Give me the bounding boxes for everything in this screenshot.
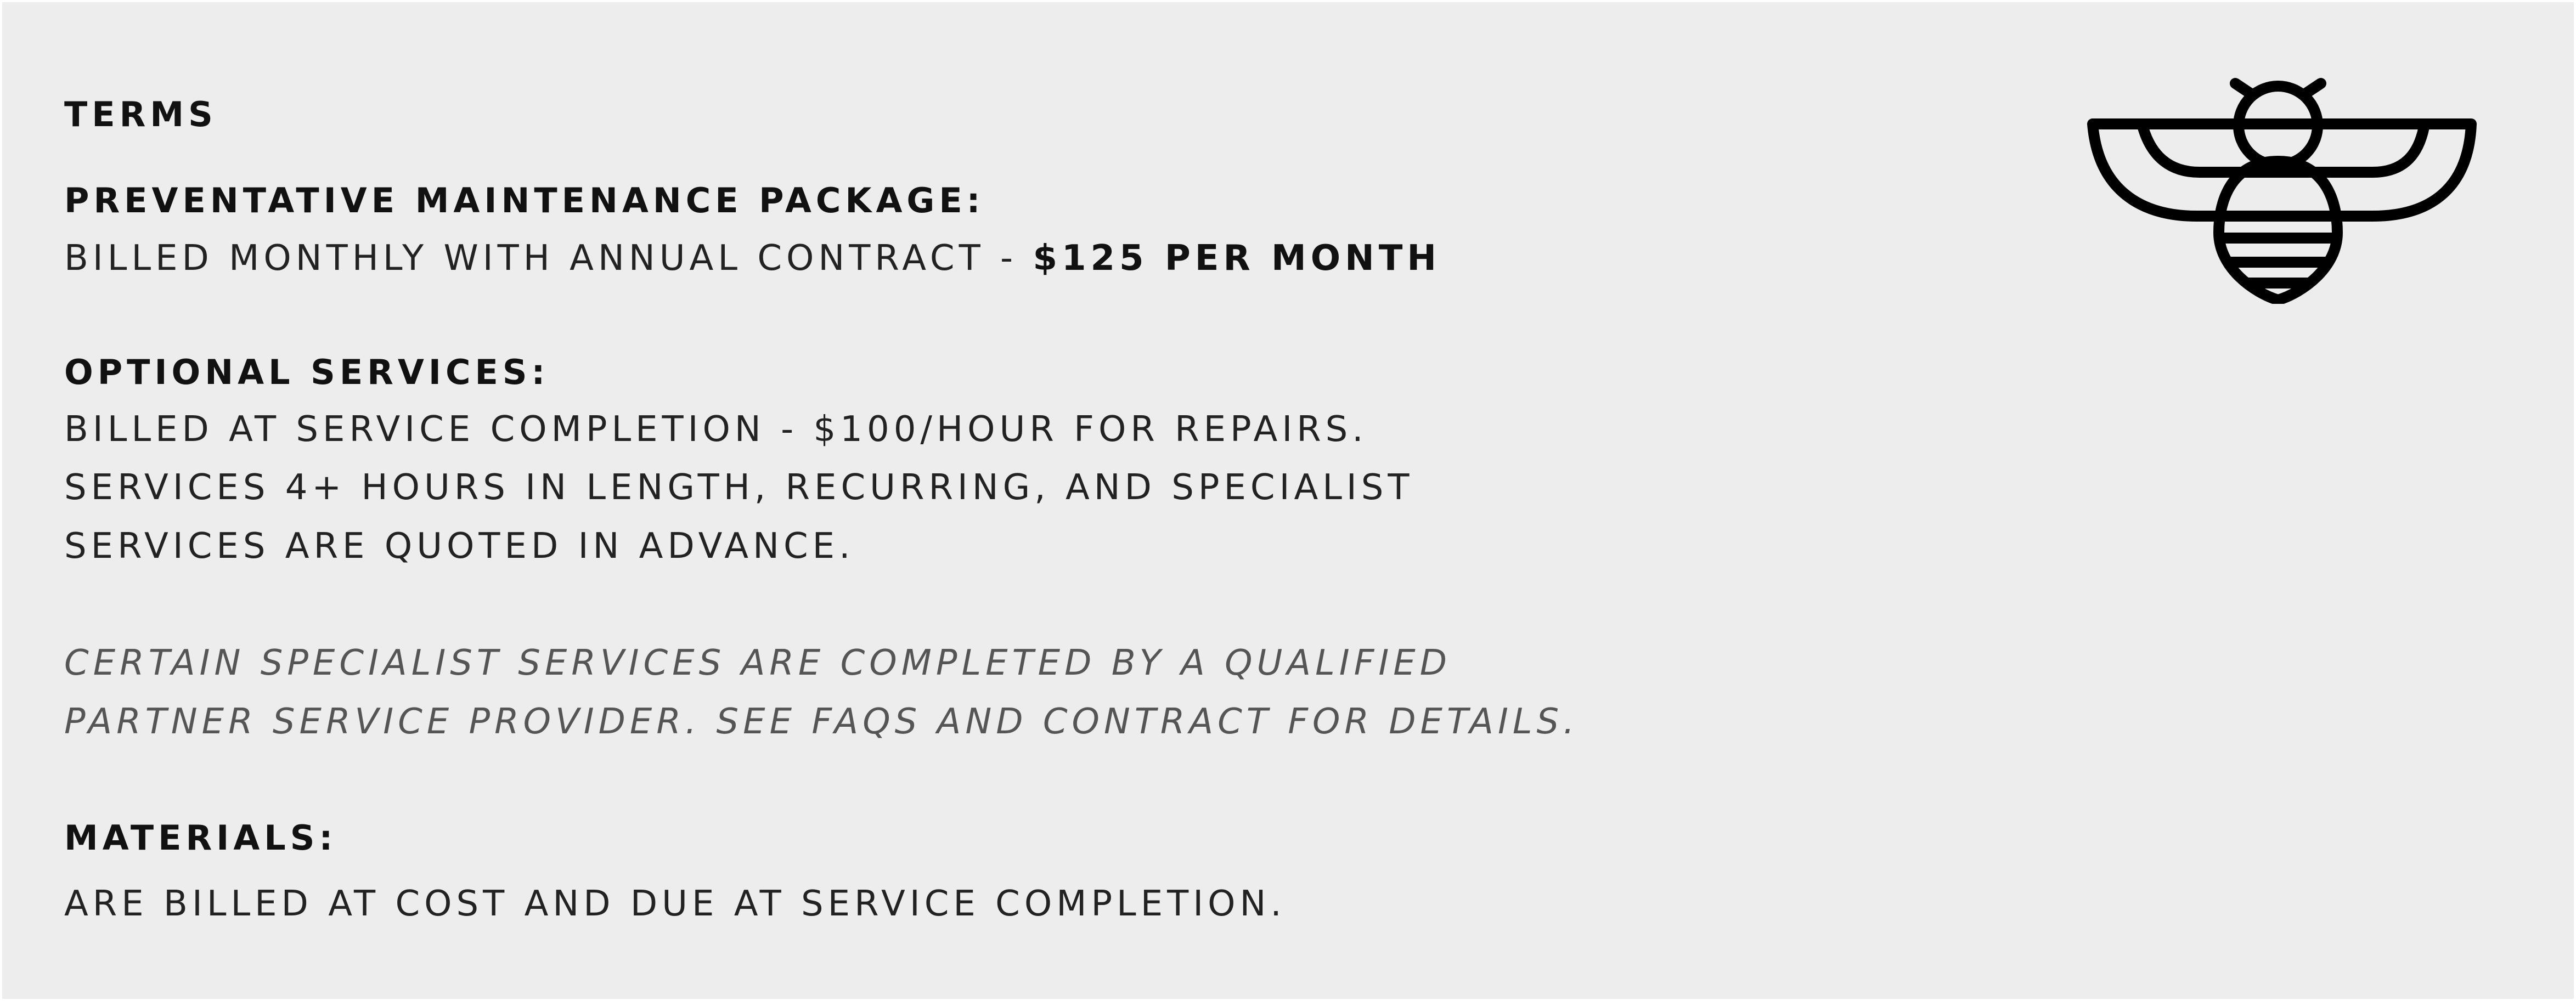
note-line-1: CERTAIN SPECIALIST SERVICES ARE COMPLETE… — [64, 643, 1451, 683]
materials-heading: MATERIALS: — [64, 818, 337, 858]
preventative-price: $125 PER MONTH — [1033, 238, 1441, 279]
preventative-heading: PREVENTATIVE MAINTENANCE PACKAGE: — [64, 180, 985, 220]
optional-line-1: BILLED AT SERVICE COMPLETION - $100/HOUR… — [64, 409, 1368, 450]
optional-line-3: SERVICES ARE QUOTED IN ADVANCE. — [64, 526, 855, 567]
materials-text: ARE BILLED AT COST AND DUE AT SERVICE CO… — [64, 884, 1286, 924]
preventative-billing: BILLED MONTHLY WITH ANNUAL CONTRACT - $1… — [64, 238, 1441, 279]
preventative-billing-text: BILLED MONTHLY WITH ANNUAL CONTRACT - — [64, 238, 1033, 279]
note-line-2: PARTNER SERVICE PROVIDER. SEE FAQS AND C… — [64, 702, 1579, 742]
terms-panel: TERMS PREVENTATIVE MAINTENANCE PACKAGE: … — [0, 0, 2576, 1001]
terms-heading: TERMS — [64, 94, 217, 134]
bee-icon — [2087, 78, 2477, 304]
optional-line-2: SERVICES 4+ HOURS IN LENGTH, RECURRING, … — [64, 467, 1414, 508]
optional-heading: OPTIONAL SERVICES: — [64, 352, 550, 392]
